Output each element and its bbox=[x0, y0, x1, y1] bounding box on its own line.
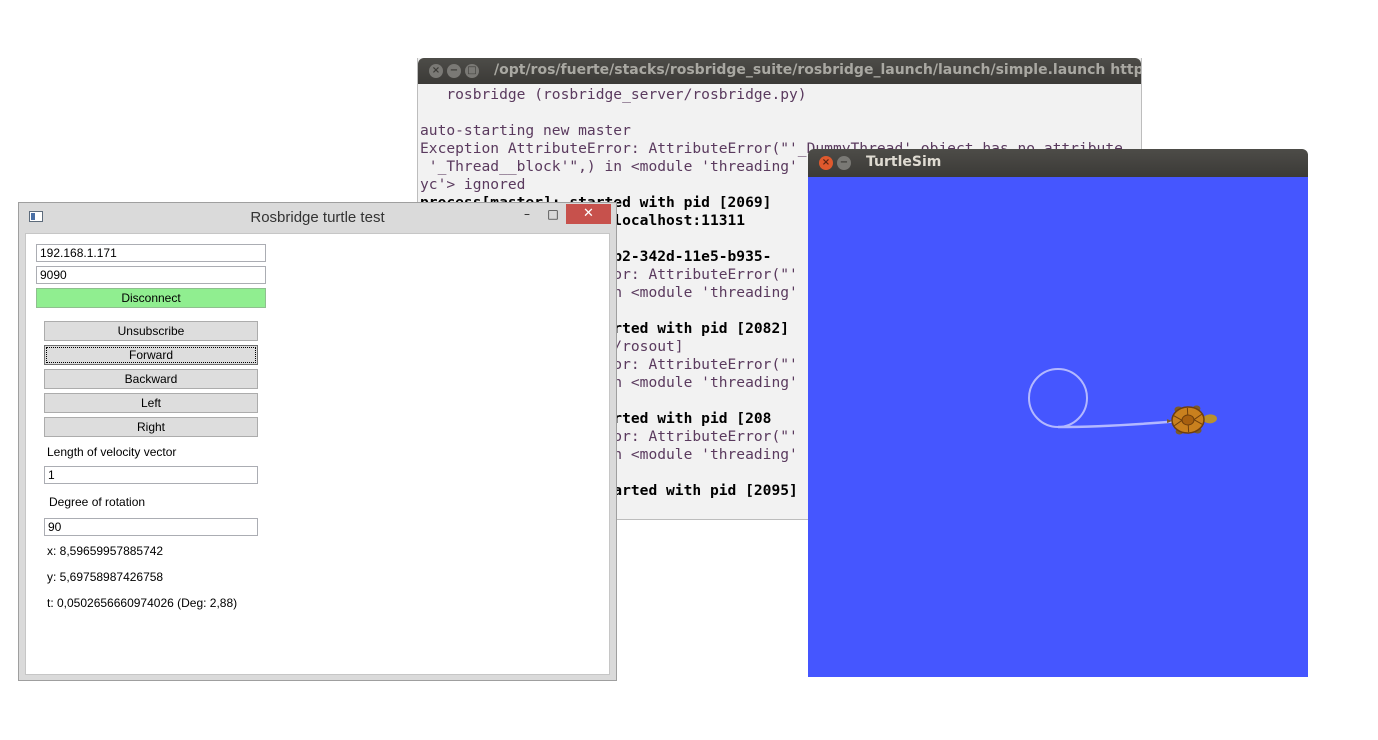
app-titlebar[interactable]: Rosbridge turtle test – □ ✕ bbox=[19, 203, 616, 233]
turtlesim-title: TurtleSim bbox=[866, 154, 942, 170]
turtlesim-canvas bbox=[808, 177, 1308, 677]
rosbridge-app-window[interactable]: Rosbridge turtle test – □ ✕ 192.168.1.17… bbox=[18, 202, 617, 681]
velocity-input[interactable]: 1 bbox=[44, 466, 258, 484]
terminal-line: auto-starting new master bbox=[420, 122, 631, 139]
close-icon: ✕ bbox=[583, 206, 594, 221]
host-input[interactable]: 192.168.1.171 bbox=[36, 244, 266, 262]
maximize-icon: □ bbox=[467, 65, 477, 76]
right-button[interactable]: Right bbox=[44, 417, 258, 437]
close-icon: × bbox=[821, 157, 831, 168]
minimize-icon: – bbox=[524, 207, 530, 221]
backward-button[interactable]: Backward bbox=[44, 369, 258, 389]
app-minimize-button[interactable]: – bbox=[516, 204, 538, 224]
rotation-label: Degree of rotation bbox=[49, 495, 146, 509]
pose-x-readout: x: 8,59659957885742 bbox=[47, 544, 164, 558]
terminal-minimize-button[interactable]: − bbox=[447, 64, 461, 78]
velocity-label: Length of velocity vector bbox=[47, 445, 177, 459]
turtlesim-close-button[interactable]: × bbox=[819, 156, 833, 170]
terminal-maximize-button[interactable]: □ bbox=[465, 64, 479, 78]
unsubscribe-button[interactable]: Unsubscribe bbox=[44, 321, 258, 341]
app-maximize-button[interactable]: □ bbox=[542, 204, 564, 224]
turtlesim-titlebar[interactable]: × − TurtleSim bbox=[808, 149, 1308, 177]
forward-button[interactable]: Forward bbox=[44, 345, 258, 365]
turtlesim-window[interactable]: × − TurtleSim bbox=[808, 149, 1308, 677]
turtle-path-circle bbox=[1028, 368, 1088, 428]
minimize-icon: − bbox=[449, 65, 459, 76]
terminal-line: rosbridge (rosbridge_server/rosbridge.py… bbox=[420, 86, 807, 103]
terminal-close-button[interactable]: × bbox=[429, 64, 443, 78]
minimize-icon: − bbox=[839, 157, 849, 168]
turtlesim-minimize-button[interactable]: − bbox=[837, 156, 851, 170]
port-input[interactable]: 9090 bbox=[36, 266, 266, 284]
terminal-title: /opt/ros/fuerte/stacks/rosbridge_suite/r… bbox=[494, 62, 1141, 78]
app-client-area: 192.168.1.171 9090 Disconnect Unsubscrib… bbox=[25, 233, 610, 675]
rotation-input[interactable]: 90 bbox=[44, 518, 258, 536]
left-button[interactable]: Left bbox=[44, 393, 258, 413]
app-close-button[interactable]: ✕ bbox=[566, 204, 611, 224]
close-icon: × bbox=[431, 65, 441, 76]
pose-theta-readout: t: 0,0502656660974026 (Deg: 2,88) bbox=[47, 596, 238, 610]
turtle-drawing bbox=[1028, 368, 1217, 435]
pose-y-readout: y: 5,69758987426758 bbox=[47, 570, 164, 584]
turtle-path-line bbox=[1057, 419, 1181, 429]
maximize-icon: □ bbox=[547, 207, 559, 221]
disconnect-button[interactable]: Disconnect bbox=[36, 288, 266, 308]
terminal-titlebar[interactable]: × − □ /opt/ros/fuerte/stacks/rosbridge_s… bbox=[418, 58, 1141, 84]
turtle-icon bbox=[1166, 405, 1217, 435]
